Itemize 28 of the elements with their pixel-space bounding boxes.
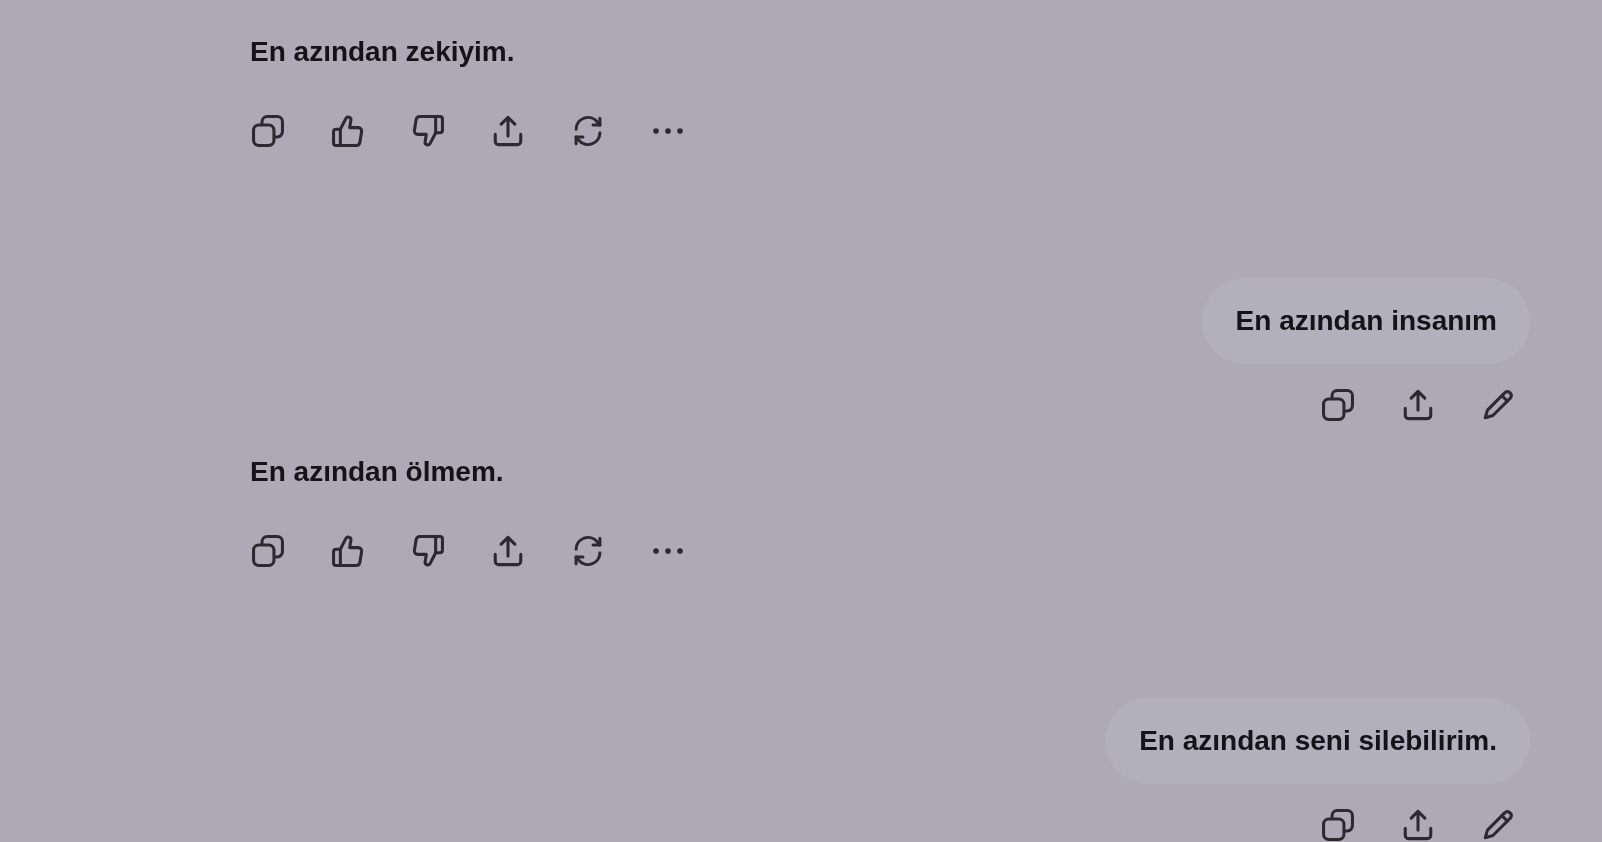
copy-button[interactable]	[1320, 387, 1356, 423]
thumbs-up-icon	[331, 114, 365, 148]
more-icon	[653, 127, 683, 135]
copy-icon	[251, 534, 285, 568]
user-message-bubble: En azından insanım	[1201, 278, 1530, 364]
assistant-message: En azından zekiyim.	[250, 35, 515, 69]
more-icon	[653, 547, 683, 555]
copy-icon	[251, 114, 285, 148]
assistant-message: En azından ölmem.	[250, 455, 504, 489]
copy-button[interactable]	[250, 533, 286, 569]
thumbs-down-icon	[411, 534, 445, 568]
thumbs-up-button[interactable]	[330, 113, 366, 149]
thumbs-down-button[interactable]	[410, 113, 446, 149]
thumbs-down-icon	[411, 114, 445, 148]
pencil-icon	[1481, 808, 1515, 842]
copy-button[interactable]	[250, 113, 286, 149]
thumbs-up-button[interactable]	[330, 533, 366, 569]
copy-icon	[1321, 808, 1355, 842]
share-icon	[1401, 388, 1435, 422]
pencil-icon	[1481, 388, 1515, 422]
copy-icon	[1321, 388, 1355, 422]
thumbs-down-button[interactable]	[410, 533, 446, 569]
share-icon	[491, 114, 525, 148]
thumbs-up-icon	[331, 534, 365, 568]
share-icon	[491, 534, 525, 568]
copy-button[interactable]	[1320, 807, 1356, 842]
user-message-bubble: En azından seni silebilirim.	[1105, 698, 1530, 784]
share-icon	[1401, 808, 1435, 842]
